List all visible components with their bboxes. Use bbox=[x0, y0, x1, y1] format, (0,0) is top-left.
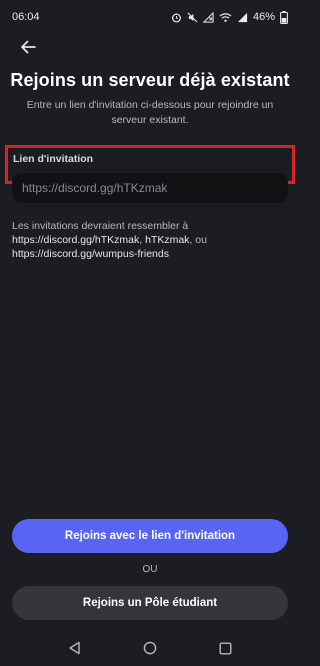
signal-icon bbox=[237, 12, 248, 23]
wifi-icon bbox=[219, 12, 232, 23]
status-time: 06:04 bbox=[12, 11, 40, 23]
battery-percent: 46% bbox=[252, 11, 275, 23]
hint-separator-or: , ou bbox=[189, 234, 207, 246]
invite-field-label: Lien d'invitation bbox=[13, 153, 94, 165]
nav-back-button[interactable] bbox=[68, 641, 81, 655]
hint-example-custom-link: https://discord.gg/wumpus-friends bbox=[12, 248, 169, 260]
hint-prefix: Les invitations devraient ressembler à bbox=[12, 220, 189, 232]
status-icons: 46% bbox=[171, 10, 288, 24]
status-bar: 06:04 46% bbox=[0, 0, 300, 34]
mute-icon bbox=[187, 12, 198, 23]
nav-recents-button[interactable] bbox=[219, 642, 232, 655]
nav-home-button[interactable] bbox=[143, 641, 157, 655]
invite-hint: Les invitations devraient ressembler à h… bbox=[12, 219, 290, 261]
system-nav-bar bbox=[0, 630, 300, 666]
page-subtitle: Entre un lien d'invitation ci-dessous po… bbox=[26, 99, 274, 126]
battery-icon bbox=[280, 10, 288, 24]
invite-link-input[interactable] bbox=[12, 173, 288, 203]
signal-off-icon bbox=[202, 11, 214, 23]
join-with-invite-button[interactable]: Rejoins avec le lien d'invitation bbox=[12, 519, 288, 553]
arrow-left-icon bbox=[20, 40, 36, 59]
page-title: Rejoins un serveur déjà existant bbox=[10, 70, 290, 90]
alarm-icon bbox=[171, 12, 182, 23]
join-student-hub-button[interactable]: Rejoins un Pôle étudiant bbox=[12, 586, 288, 620]
hint-example-code: hTKzmak bbox=[145, 234, 190, 246]
back-button[interactable] bbox=[14, 38, 42, 60]
or-divider: OU bbox=[142, 564, 158, 575]
hint-example-full-link: https://discord.gg/hTKzmak bbox=[12, 234, 140, 246]
